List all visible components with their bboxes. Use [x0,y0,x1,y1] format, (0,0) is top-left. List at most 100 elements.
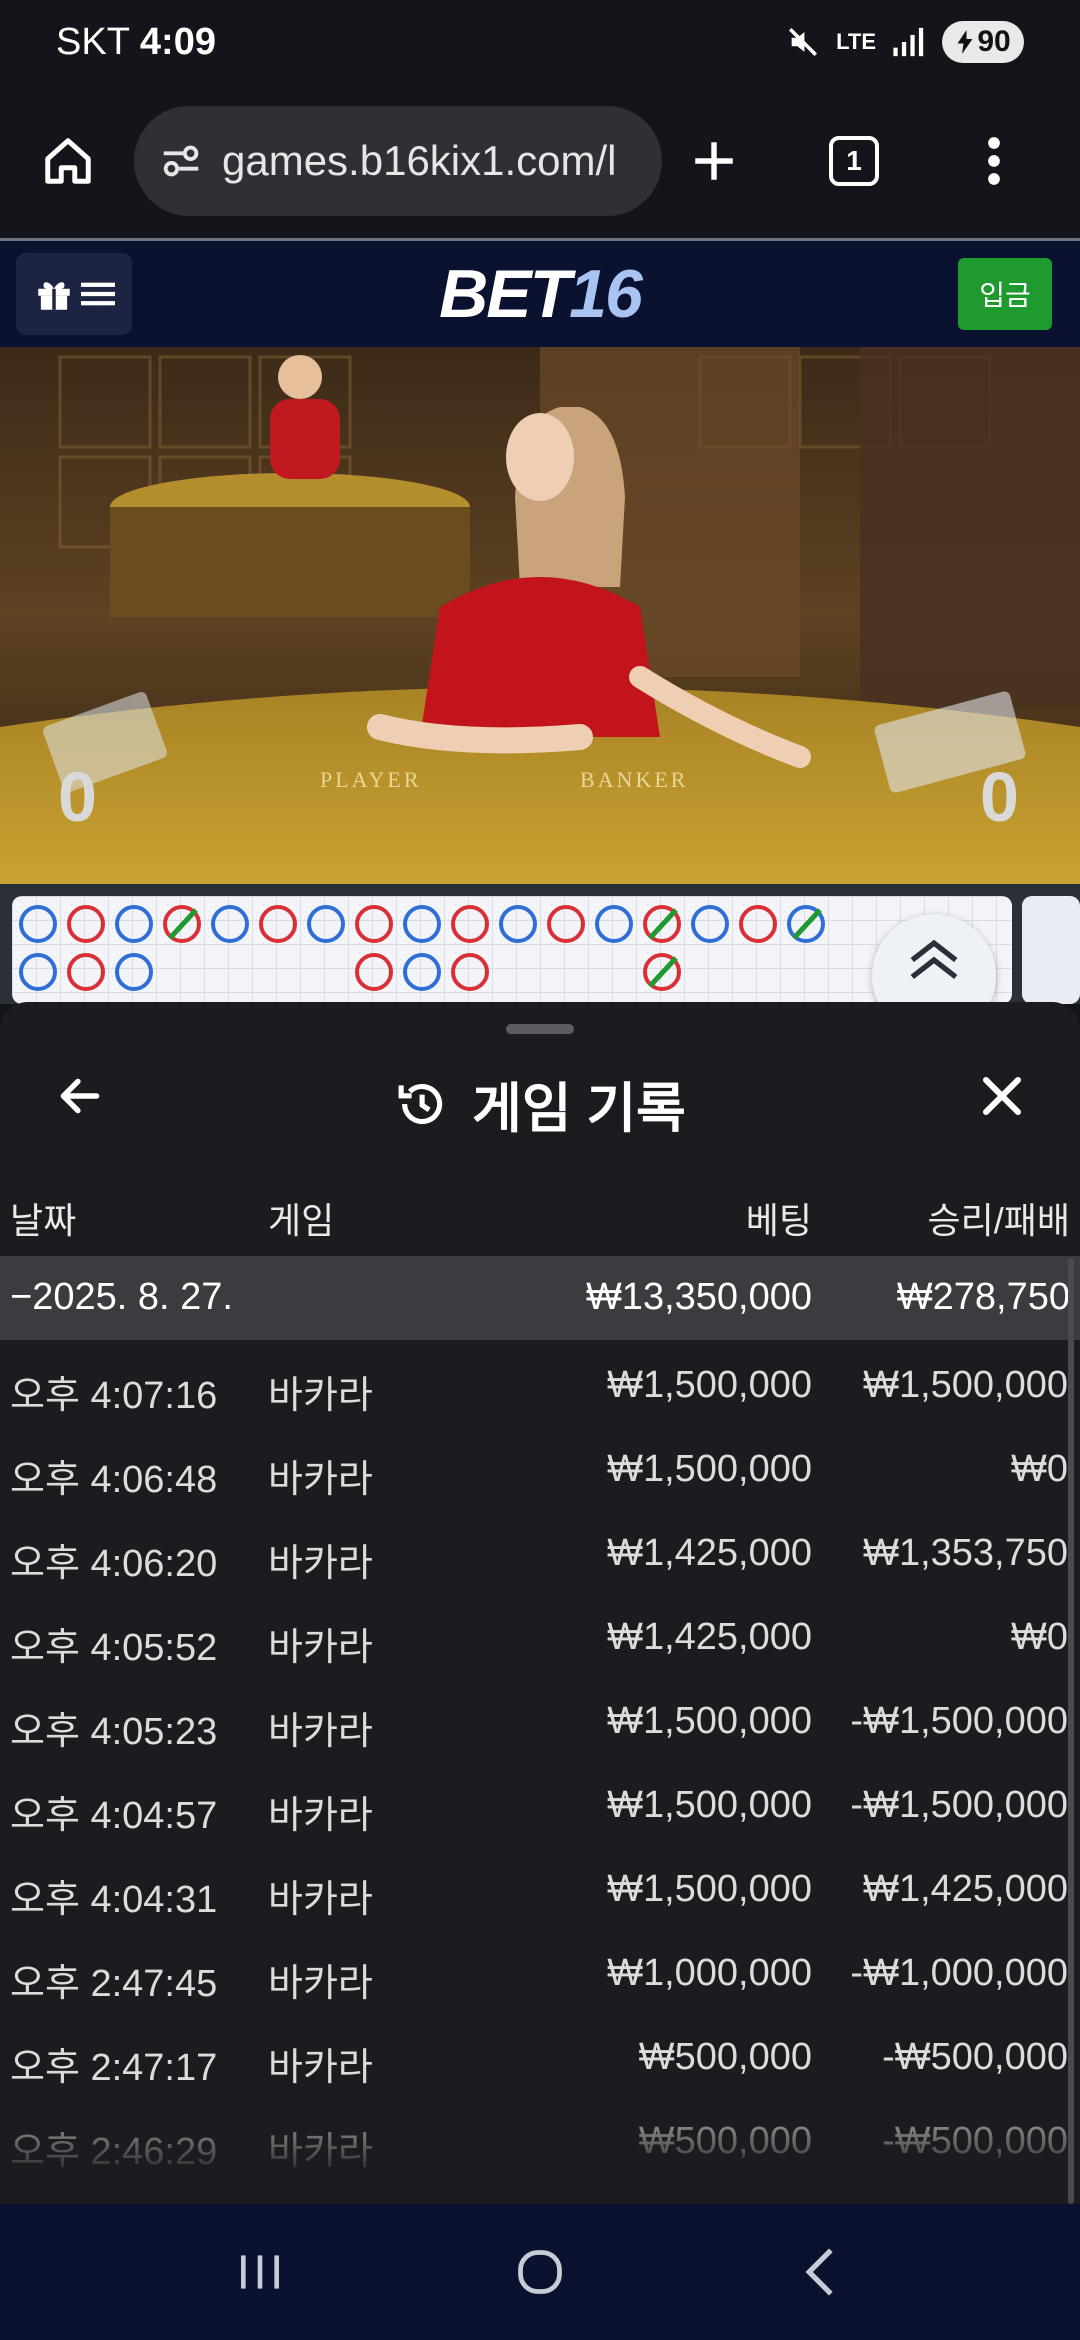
logo-text-16: 16 [569,256,643,332]
row-time: 오후 4:07:16 [10,1375,218,1417]
logo-text-bet: BET [439,256,571,332]
home-nav-button[interactable] [490,2222,590,2322]
gift-icon [38,282,70,310]
bead-road-grid[interactable] [12,896,1012,1004]
row-time: 오후 4:05:52 [10,1627,218,1669]
table-row[interactable]: 오후 4:07:16 바카라 ₩1,500,000 ₩1,500,000 [0,1340,1080,1424]
road-marks [19,905,825,991]
history-icon [398,1083,443,1124]
site-settings-icon[interactable] [158,138,204,184]
row-winloss: ₩0 [1011,1448,1068,1490]
table-row[interactable]: 오후 4:05:52 바카라 ₩1,425,000 ₩0 [0,1592,1080,1676]
recent-apps-button[interactable] [210,2222,310,2322]
carrier-label: SKT [56,20,130,63]
side-road-panel[interactable] [1022,896,1080,1004]
row-winloss: -₩1,000,000 [850,1952,1068,1994]
new-tab-button[interactable] [674,121,754,201]
more-vertical-icon [988,137,1000,185]
browser-menu-button[interactable] [954,121,1034,201]
back-button[interactable] [48,1064,112,1128]
row-winloss: ₩1,500,000 [863,1364,1068,1406]
row-bet: ₩500,000 [638,2120,812,2162]
svg-text:BANKER: BANKER [580,767,688,792]
bead-road-panel [0,884,1080,1038]
table-row[interactable]: 오후 2:46:29 바카라 ₩500,000 -₩500,000 [0,2096,1080,2180]
battery-indicator: 90 [942,21,1024,63]
history-scrollbar[interactable] [1068,1258,1074,2204]
table-row[interactable]: 오후 4:06:48 바카라 ₩1,500,000 ₩0 [0,1424,1080,1508]
row-time: 오후 4:06:48 [10,1459,218,1501]
promo-menu-button[interactable] [16,253,132,335]
row-bet: ₩1,425,000 [607,1616,812,1658]
row-bet: ₩1,500,000 [607,1364,812,1406]
row-game: 바카라 [268,1963,373,2005]
row-time: 오후 4:04:31 [10,1879,218,1921]
sheet-title-group: 게임 기록 [394,1064,686,1143]
charging-icon [957,30,973,54]
row-game: 바카라 [268,1795,373,1837]
table-row[interactable]: 오후 4:06:20 바카라 ₩1,425,000 ₩1,353,750 [0,1508,1080,1592]
tab-switcher-button[interactable]: 1 [814,121,894,201]
hamburger-icon [81,282,115,306]
history-rows: 오후 4:07:16 바카라 ₩1,500,000 ₩1,500,000 오후 4:0… [0,1340,1080,2180]
banker-score: 0 [980,758,1019,836]
row-bet: ₩1,500,000 [607,1700,812,1742]
row-winloss: -₩500,000 [882,2036,1068,2078]
row-time: 오후 4:06:20 [10,1543,218,1585]
date-group-row[interactable]: −2025. 8. 27. ₩13,350,000 ₩278,750 [0,1256,1080,1340]
row-game: 바카라 [268,2131,373,2173]
row-bet: ₩1,425,000 [607,1532,812,1574]
row-time: 오후 2:47:45 [10,1963,218,2005]
row-time: 오후 2:46:29 [10,2131,218,2173]
back-nav-button[interactable] [770,2222,870,2322]
tab-count: 1 [829,136,879,186]
table-row[interactable]: 오후 4:05:23 바카라 ₩1,500,000 -₩1,500,000 [0,1676,1080,1760]
row-bet: ₩500,000 [638,2036,812,2078]
row-winloss: ₩1,425,000 [863,1868,1068,1910]
table-row[interactable]: 오후 4:04:31 바카라 ₩1,500,000 ₩1,425,000 [0,1844,1080,1928]
row-game: 바카라 [268,1879,373,1921]
sheet-drag-handle[interactable] [506,1024,574,1034]
game-history-sheet: 게임 기록 날짜 게임 베팅 승리/패배 −2025. 8. 27. ₩13,3… [0,1002,1080,2204]
row-game: 바카라 [268,1711,373,1753]
close-button[interactable] [970,1064,1034,1128]
table-row[interactable]: 오후 2:47:17 바카라 ₩500,000 -₩500,000 [0,2012,1080,2096]
row-bet: ₩1,000,000 [607,1952,812,1994]
chevron-left-icon [805,2248,833,2296]
url-text[interactable]: games.b16kix1.com/l [222,137,617,185]
row-winloss: ₩0 [1011,1616,1068,1658]
table-row[interactable]: 오후 2:47:45 바카라 ₩1,000,000 -₩1,000,000 [0,1928,1080,2012]
column-header-bet[interactable]: 베팅 [746,1192,812,1244]
status-icons: LTE 90 [786,21,1024,63]
live-dealer-video[interactable]: PLAYER BANKER 0 0 [0,347,1080,884]
home-button[interactable] [28,121,108,201]
system-nav-bar [0,2204,1080,2340]
column-header-date[interactable]: 날짜 [10,1192,76,1244]
row-time: 오후 2:47:17 [10,2047,218,2089]
site-logo[interactable]: BET16 [439,255,643,333]
recent-apps-icon [241,2255,279,2289]
row-bet: ₩1,500,000 [607,1868,812,1910]
arrow-left-icon [60,1078,100,1114]
sheet-title: 게임 기록 [472,1079,686,1139]
table-row[interactable]: 오후 4:04:57 바카라 ₩1,500,000 -₩1,500,000 [0,1760,1080,1844]
network-type: LTE [836,29,876,54]
column-header-winloss[interactable]: 승리/패배 [928,1192,1070,1244]
row-time: 오후 4:05:23 [10,1711,218,1753]
row-game: 바카라 [268,1627,373,1669]
player-score: 0 [58,758,97,836]
browser-actions: 1 [674,121,1052,201]
status-carrier-time: SKT 4:09 [56,21,216,64]
site-header: BET16 입금 [0,241,1080,347]
video-scene: PLAYER BANKER [0,347,1080,884]
group-bet-total: ₩13,350,000 [585,1276,812,1318]
signal-icon [893,27,924,57]
column-header-game[interactable]: 게임 [268,1192,334,1244]
address-bar[interactable]: games.b16kix1.com/l [134,106,662,216]
deposit-button[interactable]: 입금 [958,258,1052,330]
close-icon [983,1077,1021,1115]
row-game: 바카라 [268,1543,373,1585]
group-winloss-total: ₩278,750 [896,1276,1070,1318]
sheet-header: 게임 기록 [0,1042,1080,1152]
home-icon [45,138,91,184]
